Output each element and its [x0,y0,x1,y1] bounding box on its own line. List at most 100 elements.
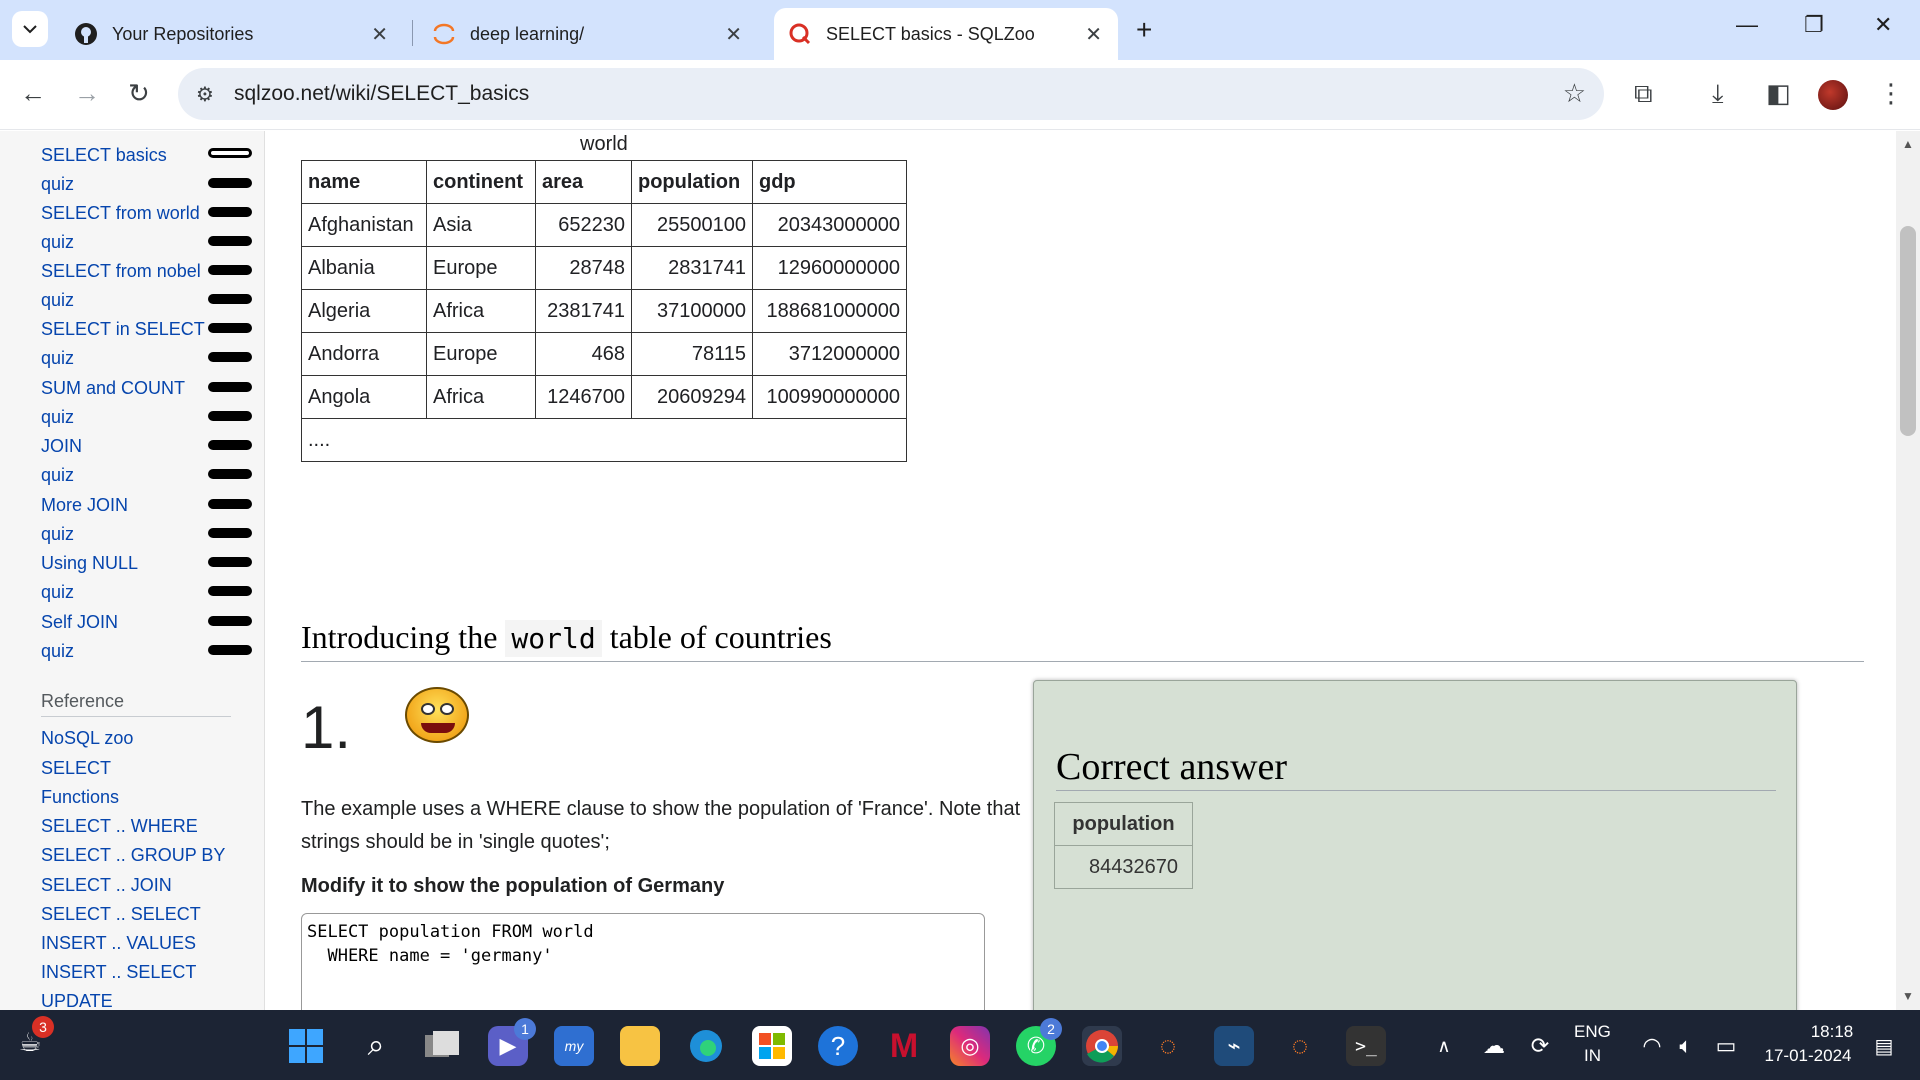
table-cell: 12960000000 [752,246,907,290]
table-cell: 28748 [535,246,632,290]
scroll-up-icon[interactable]: ▲ [1902,137,1914,151]
minimize-icon[interactable]: — [1736,12,1758,38]
progress-indicator [208,207,252,217]
terminal-icon[interactable]: >_ [1346,1026,1386,1066]
sidebar-item-more-join[interactable]: More JOIN [41,495,128,516]
reference-item-update[interactable]: UPDATE [41,991,113,1010]
sidebar-item-quiz[interactable]: quiz [41,174,74,195]
address-bar[interactable]: ⚙ sqlzoo.net/wiki/SELECT_basics ☆ [178,68,1604,120]
progress-indicator [208,236,252,246]
sidebar-item-quiz[interactable]: quiz [41,582,74,603]
reference-item-insert-select[interactable]: INSERT .. SELECT [41,962,196,983]
sidebar-item-quiz[interactable]: quiz [41,290,74,311]
sidebar-item-quiz[interactable]: quiz [41,232,74,253]
sidebar-item-self-join[interactable]: Self JOIN [41,612,118,633]
mylp-icon[interactable]: my [554,1026,594,1066]
tab-deep-learning[interactable]: deep learning/ ✕ [418,8,758,60]
jupyter-icon[interactable]: ◌ [1280,1026,1320,1066]
tab-your-repositories[interactable]: Your Repositories ✕ [60,8,404,60]
reference-heading: Reference [41,691,125,711]
restore-icon[interactable]: ❐ [1804,12,1824,38]
tab-search-button[interactable] [12,11,48,47]
search-icon[interactable]: ⌕ [356,1026,396,1066]
table-cell: 25500100 [631,203,753,247]
reference-item-functions[interactable]: Functions [41,787,119,808]
reload-icon[interactable]: ↻ [128,78,150,109]
close-window-icon[interactable]: ✕ [1874,12,1892,38]
task-view-icon[interactable] [422,1026,462,1066]
scroll-thumb[interactable] [1900,226,1916,436]
table-cell: 2831741 [631,246,753,290]
sync-icon[interactable]: ⟳ [1520,1026,1560,1066]
sidebar-item-sum-and-count[interactable]: SUM and COUNT [41,378,185,399]
edge-icon[interactable] [686,1026,726,1066]
new-tab-button[interactable]: + [1136,14,1152,46]
reference-item-select-where[interactable]: SELECT .. WHERE [41,816,198,837]
battery-icon[interactable]: ▭ [1706,1026,1746,1066]
notifications-icon[interactable]: ▤ [1864,1026,1904,1066]
forward-icon[interactable]: → [74,78,100,109]
side-panel-icon[interactable]: ◧ [1766,78,1791,109]
sidebar-item-quiz[interactable]: quiz [41,348,74,369]
language-indicator[interactable]: ENG [1574,1022,1611,1042]
progress-indicator [208,148,252,158]
store-icon[interactable] [752,1026,792,1066]
profile-avatar[interactable] [1818,80,1848,110]
close-tab-icon[interactable]: ✕ [725,22,742,47]
region-indicator[interactable]: IN [1584,1046,1601,1066]
reference-item-select-select[interactable]: SELECT .. SELECT [41,904,201,925]
sidebar-item-quiz[interactable]: quiz [41,465,74,486]
menu-icon[interactable]: ⋮ [1878,78,1904,109]
close-tab-icon[interactable]: ✕ [1085,22,1102,47]
clock-time[interactable]: 18:18 [1804,1022,1860,1042]
table-cell: Afghanistan [301,203,427,247]
volume-icon[interactable]: 🔈︎ [1666,1026,1706,1066]
sidebar-item-quiz[interactable]: quiz [41,407,74,428]
sidebar-item-select-from-world[interactable]: SELECT from world [41,203,200,224]
sidebar-item-using-null[interactable]: Using NULL [41,553,138,574]
help-icon[interactable]: ? [818,1026,858,1066]
sidebar-item-quiz[interactable]: quiz [41,524,74,545]
reference-item-select[interactable]: SELECT [41,758,111,779]
answer-title: Correct answer [1056,746,1288,788]
reference-item-select-group-by[interactable]: SELECT .. GROUP BY [41,845,225,866]
download-icon[interactable]: ⤓ [1712,78,1724,110]
site-info-icon[interactable]: ⚙ [196,82,214,107]
reference-item-select-join[interactable]: SELECT .. JOIN [41,875,172,896]
close-tab-icon[interactable]: ✕ [371,22,388,47]
onedrive-icon[interactable]: ☁ [1474,1026,1514,1066]
extensions-icon[interactable]: ⧉ [1634,78,1653,110]
reference-item-nosql-zoo[interactable]: NoSQL zoo [41,728,133,749]
sidebar-item-select-from-nobel[interactable]: SELECT from nobel [41,261,201,282]
table-cell: 100990000000 [752,375,907,419]
tab-strip: Your Repositories ✕ deep learning/ ✕ SEL… [0,0,1920,60]
bookmark-star-icon[interactable]: ☆ [1563,78,1586,109]
instagram-icon[interactable]: ◎ [950,1026,990,1066]
jupyter-icon[interactable]: ◌ [1148,1026,1188,1066]
reference-item-insert-values[interactable]: INSERT .. VALUES [41,933,196,954]
table-caption: world [580,133,628,155]
clock-date[interactable]: 17-01-2024 [1758,1046,1858,1066]
sidebar-item-join[interactable]: JOIN [41,436,82,457]
sidebar-item-quiz[interactable]: quiz [41,641,74,662]
tab-select-basics[interactable]: SELECT basics - SQLZoo ✕ [774,8,1118,60]
scrollbar[interactable]: ▲ ▼ [1896,131,1920,1010]
back-icon[interactable]: ← [20,78,46,109]
progress-indicator [208,528,252,538]
table-cell: Angola [301,375,427,419]
progress-indicator [208,178,252,188]
browser-toolbar: ← → ↻ ⚙ sqlzoo.net/wiki/SELECT_basics ☆ … [0,60,1920,130]
file-explorer-icon[interactable] [620,1026,660,1066]
table-row: Algeria Africa 2381741 37100000 18868100… [301,289,907,333]
sidebar-item-select-basics[interactable]: SELECT basics [41,145,167,166]
scroll-down-icon[interactable]: ▼ [1902,989,1914,1003]
start-icon[interactable] [286,1026,326,1066]
sidebar-item-select-in-select[interactable]: SELECT in SELECT [41,319,205,340]
mysql-workbench-icon[interactable]: ⌁ [1214,1026,1254,1066]
url-text[interactable]: sqlzoo.net/wiki/SELECT_basics [234,82,529,106]
mcafee-icon[interactable]: M [884,1026,924,1066]
sql-editor[interactable]: SELECT population FROM world WHERE name … [301,913,985,1010]
chrome-icon[interactable] [1082,1026,1122,1066]
table-cell: 78115 [631,332,753,376]
chevron-up-icon[interactable]: ∧ [1424,1026,1464,1066]
